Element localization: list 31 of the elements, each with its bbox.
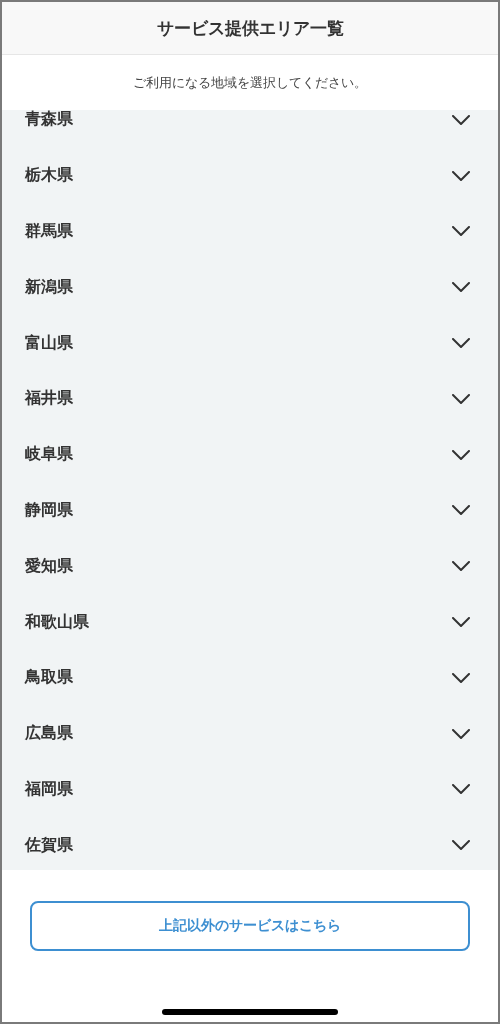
chevron-icon [452,338,470,349]
chevron-icon [452,282,470,293]
region-row[interactable]: 群馬県 [2,203,498,260]
instruction-text: ご利用になる地域を選択してください。 [133,73,367,92]
region-row[interactable]: 鳥取県 [2,649,498,706]
chevron-icon [452,114,470,125]
other-services-button[interactable]: 上記以外のサービスはこちら [30,901,470,951]
chevron-icon [452,226,470,237]
chevron-icon [452,449,470,460]
region-row[interactable]: 佐賀県 [2,817,498,870]
chevron-icon [452,170,470,181]
region-row[interactable]: 広島県 [2,705,498,762]
region-row[interactable]: 静岡県 [2,482,498,539]
region-row[interactable]: 愛知県 [2,538,498,595]
chevron-icon [452,728,470,739]
chevron-icon [452,393,470,404]
region-row[interactable]: 青森県 [2,110,498,148]
region-row[interactable]: 新潟県 [2,259,498,316]
chevron-icon [452,617,470,628]
chevron-icon [452,784,470,795]
region-row[interactable]: 和歌山県 [2,594,498,650]
region-row[interactable]: 福井県 [2,371,498,427]
region-row[interactable]: 福岡県 [2,761,498,818]
region-row[interactable]: 富山県 [2,315,498,371]
chevron-icon [452,672,470,683]
region-row[interactable]: 岐阜県 [2,426,498,483]
chevron-icon [452,561,470,572]
region-row[interactable]: 栃木県 [2,147,498,204]
chevron-icon [452,505,470,516]
page-title: サービス提供エリア一覧 [156,16,344,40]
chevron-icon [452,840,470,851]
